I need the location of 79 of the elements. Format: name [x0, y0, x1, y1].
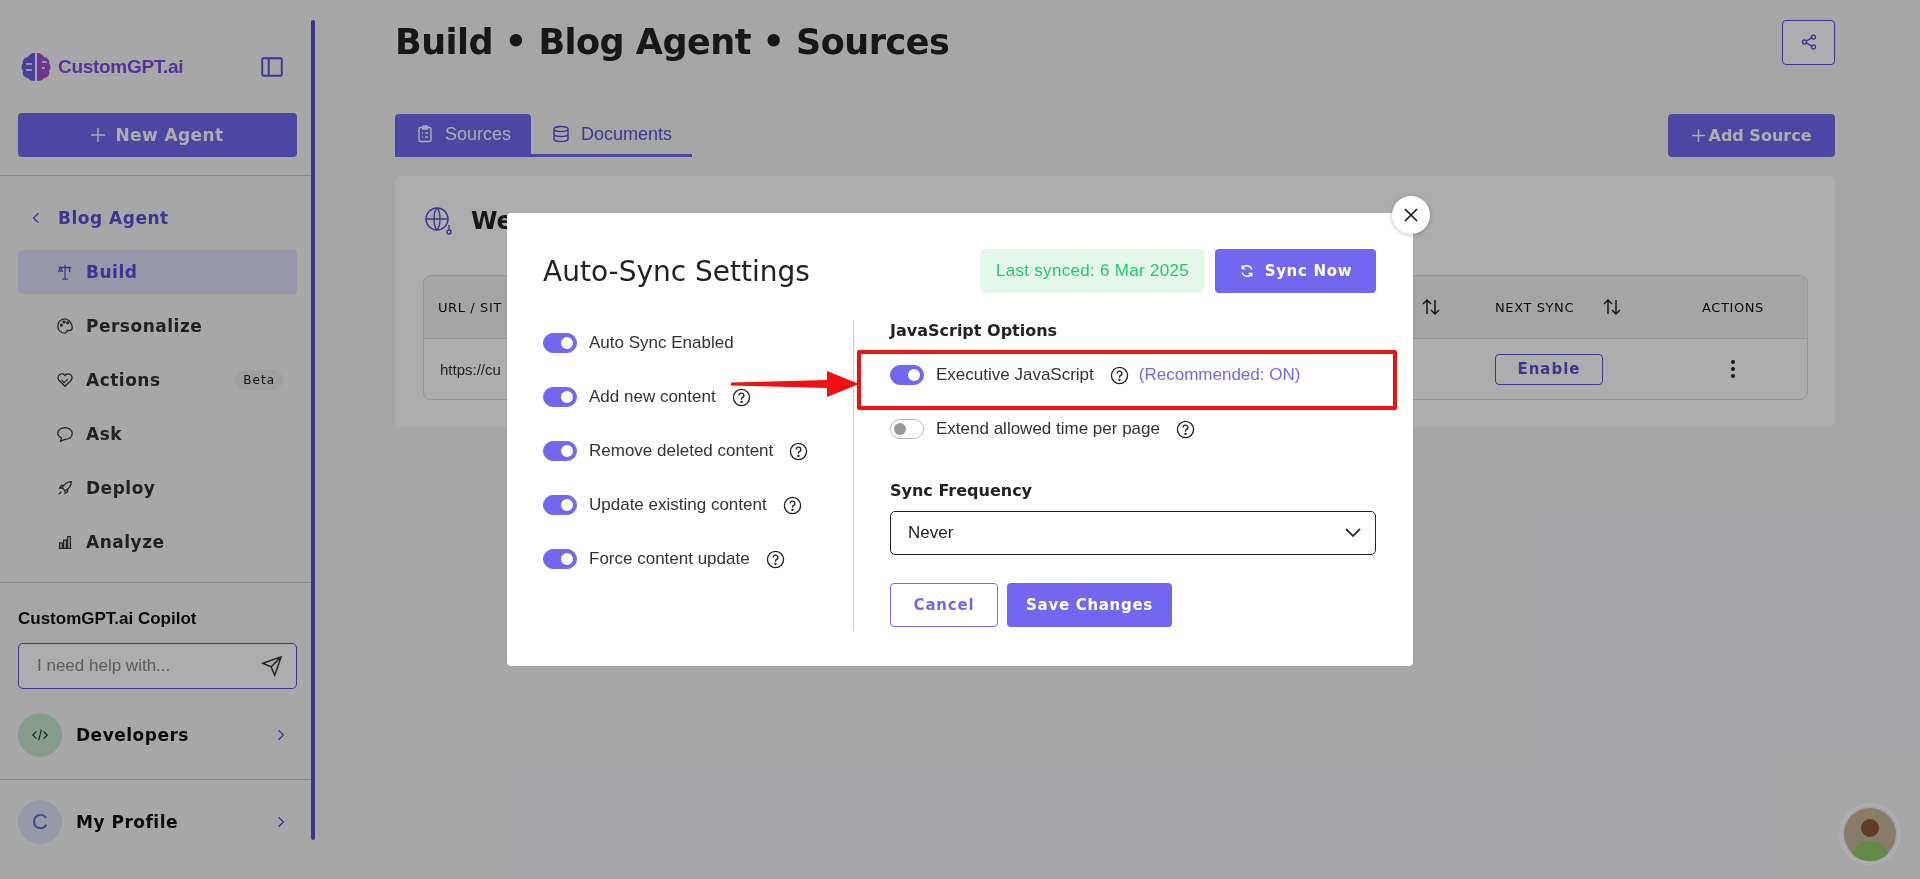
- cancel-button[interactable]: Cancel: [890, 583, 998, 627]
- bar-chart-icon: [56, 533, 74, 551]
- share-button[interactable]: [1782, 19, 1835, 65]
- sort-icon[interactable]: [1421, 298, 1441, 316]
- heart-icon: [56, 371, 74, 389]
- sync-frequency-select[interactable]: Never: [890, 511, 1376, 555]
- help-icon[interactable]: [789, 441, 809, 461]
- url-cell: https://cu: [440, 360, 501, 378]
- chat-avatar[interactable]: [1842, 806, 1898, 862]
- toggle-switch[interactable]: [543, 333, 577, 353]
- toggle-switch[interactable]: [543, 387, 577, 407]
- column-header: ACTIONS: [1702, 299, 1764, 315]
- toggle-switch[interactable]: [543, 495, 577, 515]
- option-label: Remove deleted content: [589, 441, 774, 461]
- save-changes-button[interactable]: Save Changes: [1007, 583, 1172, 627]
- toggle-switch[interactable]: [890, 419, 924, 439]
- enable-button[interactable]: Enable: [1495, 353, 1603, 385]
- nav-item[interactable]: Build: [18, 250, 297, 294]
- database-icon: [551, 124, 572, 144]
- code-icon: [18, 713, 62, 757]
- more-options-icon[interactable]: [1730, 359, 1736, 379]
- nav-item[interactable]: Ask: [18, 412, 297, 456]
- copilot-title: CustomGPT.ai Copilot: [18, 609, 198, 629]
- sidebar-toggle-icon[interactable]: [259, 54, 285, 80]
- tab[interactable]: Sources: [395, 114, 532, 154]
- palette-icon: [56, 317, 74, 335]
- column-header: URL / SIT: [438, 299, 502, 315]
- page-title: Build • Blog Agent • Sources: [395, 22, 950, 62]
- developers-link[interactable]: Developers: [18, 713, 297, 757]
- crane-icon: [56, 263, 74, 281]
- share-icon: [1799, 33, 1818, 51]
- nav-item[interactable]: Personalize: [18, 304, 297, 348]
- field-label: Sync Frequency: [890, 480, 1034, 500]
- brand-name: CustomGPT.ai: [58, 56, 184, 78]
- help-icon[interactable]: [731, 387, 751, 407]
- sort-icon[interactable]: [1602, 298, 1623, 316]
- help-icon[interactable]: [1109, 365, 1129, 385]
- option-label: Update existing content: [589, 495, 767, 515]
- back-link[interactable]: Blog Agent: [18, 202, 297, 234]
- option-label: Auto Sync Enabled: [589, 333, 734, 353]
- column-header: NEXT SYNC: [1495, 299, 1575, 315]
- toggle-switch[interactable]: [890, 365, 924, 385]
- new-agent-button[interactable]: New Agent: [18, 113, 297, 157]
- profile-link[interactable]: C My Profile: [18, 800, 297, 844]
- nav-item[interactable]: Analyze: [18, 520, 297, 564]
- nav-item[interactable]: Actions Beta: [18, 358, 297, 402]
- scrollbar[interactable]: [311, 20, 315, 840]
- toggle-switch[interactable]: [543, 441, 577, 461]
- chevron-right-icon: [277, 729, 285, 741]
- option-label: Extend allowed time per page: [936, 419, 1160, 439]
- toggle-switch[interactable]: [543, 549, 577, 569]
- recommendation-note: (Recommended: ON): [1138, 365, 1301, 385]
- send-icon[interactable]: [261, 655, 283, 677]
- chevron-right-icon: [277, 816, 285, 828]
- section-title: JavaScript Options: [890, 320, 1059, 340]
- tab[interactable]: Documents: [531, 114, 693, 154]
- nav-item[interactable]: Deploy: [18, 466, 297, 510]
- dialog-title: Auto-Sync Settings: [543, 254, 810, 288]
- option-label: Add new content: [589, 387, 716, 407]
- add-source-button[interactable]: Add Source: [1668, 114, 1835, 157]
- globe-icon: [423, 205, 455, 237]
- option-label: Executive JavaScript: [936, 365, 1094, 385]
- plus-icon: [91, 128, 106, 142]
- help-icon[interactable]: [1176, 419, 1195, 439]
- chevron-down-icon: [1345, 528, 1361, 538]
- chevron-left-icon: [32, 212, 40, 224]
- sync-now-button[interactable]: Sync Now: [1215, 249, 1376, 293]
- chat-bubble-icon: [56, 425, 74, 443]
- rocket-icon: [56, 479, 74, 497]
- profile-avatar: C: [18, 800, 62, 844]
- last-synced-status: Last synced: 6 Mar 2025: [979, 249, 1205, 293]
- plus-icon: [1691, 129, 1705, 142]
- help-icon[interactable]: [765, 549, 785, 569]
- help-icon[interactable]: [782, 495, 802, 515]
- clipboard-icon: [415, 124, 435, 144]
- option-label: Force content update: [589, 549, 750, 569]
- beta-badge: Beta: [235, 370, 283, 390]
- copilot-input[interactable]: I need help with...: [18, 643, 297, 689]
- close-icon: [1403, 207, 1419, 223]
